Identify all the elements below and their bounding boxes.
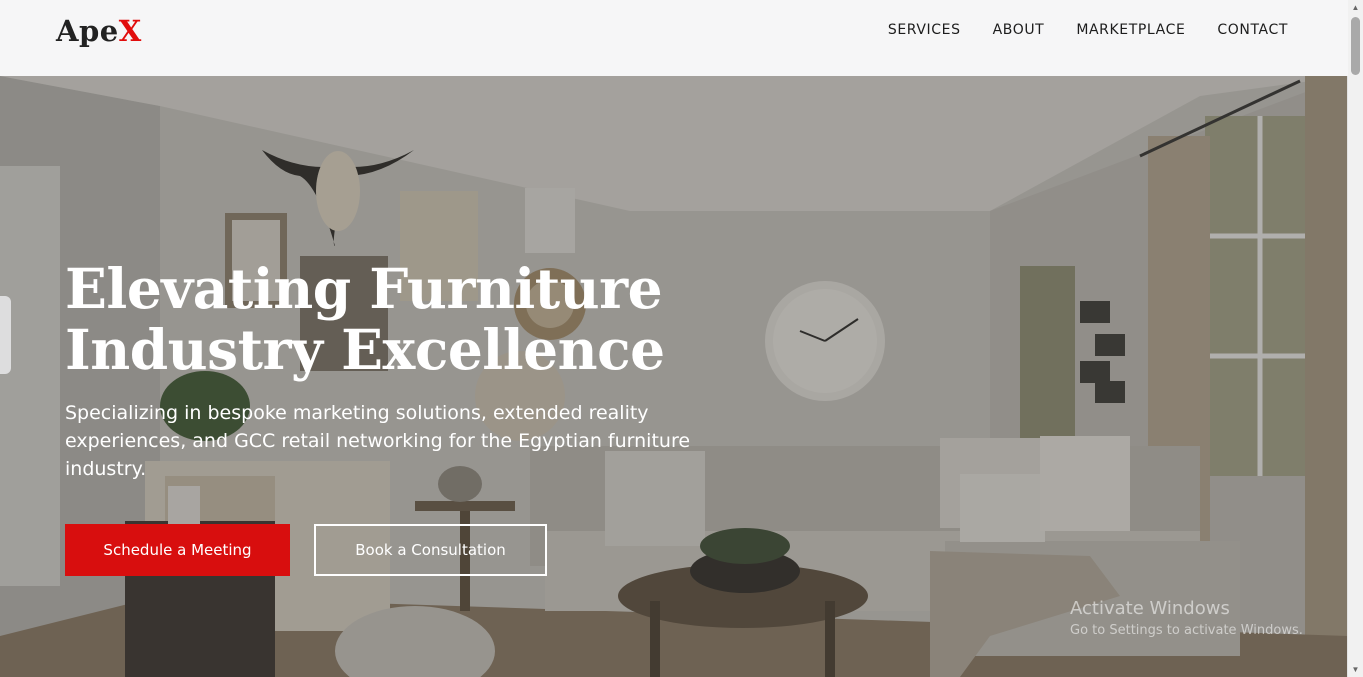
nav-services[interactable]: SERVICES (888, 21, 961, 39)
logo-text: Ape (56, 14, 119, 48)
side-panel-tab[interactable] (0, 296, 11, 374)
nav-contact[interactable]: CONTACT (1217, 21, 1288, 39)
logo-accent: X (118, 14, 142, 48)
logo[interactable]: ApeX (56, 14, 142, 48)
hero-subtitle: Specializing in bespoke marketing soluti… (65, 402, 691, 480)
hero-title: Elevating Furniture Industry Excellence (65, 258, 765, 380)
scroll-down-arrow-icon[interactable]: ▼ (1348, 662, 1363, 677)
schedule-meeting-button[interactable]: Schedule a Meeting (65, 524, 290, 576)
scrollbar-thumb[interactable] (1351, 17, 1360, 75)
nav-marketplace[interactable]: MARKETPLACE (1076, 21, 1185, 39)
activate-windows-watermark: Activate Windows Go to Settings to activ… (1070, 597, 1303, 641)
watermark-line2: Go to Settings to activate Windows. (1070, 623, 1303, 638)
hero-title-line1: Elevating Furniture (65, 256, 663, 321)
hero-title-line2: Industry Excellence (65, 317, 665, 382)
scroll-up-arrow-icon[interactable]: ▲ (1348, 0, 1363, 15)
page-scrollbar[interactable]: ▲ ▼ (1347, 0, 1363, 677)
nav-about[interactable]: ABOUT (993, 21, 1045, 39)
hero-section: Elevating Furniture Industry Excellence … (0, 76, 1348, 677)
site-header: ApeX SERVICES ABOUT MARKETPLACE CONTACT (0, 0, 1348, 76)
watermark-line1: Activate Windows (1070, 598, 1230, 619)
main-nav: SERVICES ABOUT MARKETPLACE CONTACT (888, 21, 1288, 39)
book-consultation-button[interactable]: Book a Consultation (314, 524, 547, 576)
